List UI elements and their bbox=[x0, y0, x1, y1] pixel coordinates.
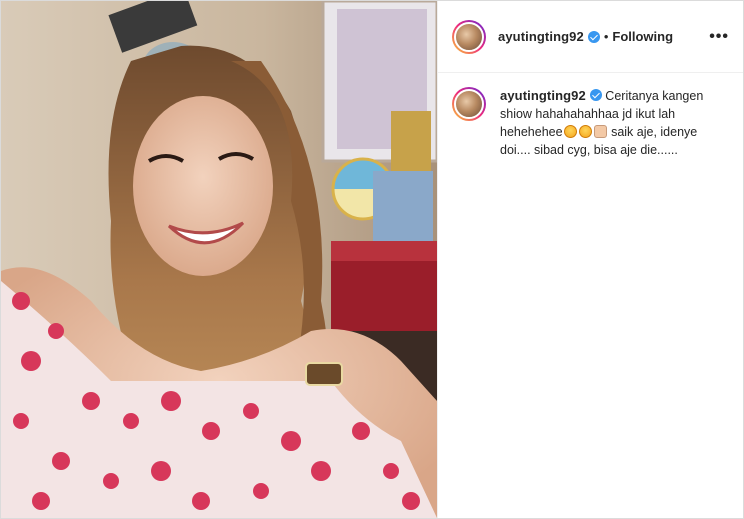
verified-badge-icon bbox=[589, 89, 602, 101]
caption-avatar[interactable] bbox=[452, 87, 486, 121]
video-frame-illustration bbox=[1, 1, 437, 518]
caption-body: ayutingting92 Ceritanya kangen shiow hah… bbox=[500, 87, 720, 159]
header-username[interactable]: ayutingting92 bbox=[498, 29, 584, 44]
more-options-icon[interactable]: ••• bbox=[709, 28, 729, 46]
heart-eyes-emoji-icon bbox=[578, 125, 592, 138]
avatar-image bbox=[454, 89, 484, 119]
profile-avatar[interactable] bbox=[452, 19, 486, 54]
separator-dot: • bbox=[603, 29, 609, 44]
grinning-tongue-emoji-icon bbox=[563, 125, 577, 138]
caption-username[interactable]: ayutingting92 bbox=[500, 88, 586, 103]
post-video-media[interactable] bbox=[1, 1, 437, 518]
avatar-image bbox=[454, 21, 484, 52]
following-button[interactable]: Following bbox=[612, 29, 673, 44]
post-side-panel: ayutingting92 • Following ••• ayutingtin… bbox=[437, 1, 743, 518]
clapping-hands-emoji-icon bbox=[593, 125, 607, 138]
instagram-post: ayutingting92 • Following ••• ayutingtin… bbox=[0, 0, 744, 519]
verified-badge-icon bbox=[587, 30, 600, 43]
caption-comment: ayutingting92 Ceritanya kangen shiow hah… bbox=[438, 73, 743, 159]
post-header: ayutingting92 • Following ••• bbox=[438, 1, 743, 73]
